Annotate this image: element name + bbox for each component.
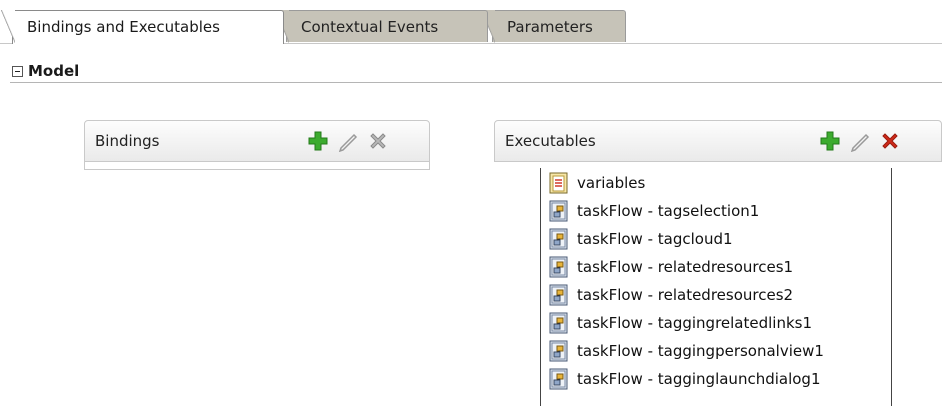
add-icon[interactable] <box>819 130 841 152</box>
list-item[interactable]: taskFlow - tagselection1 <box>549 198 759 224</box>
taskflow-icon <box>549 340 569 362</box>
list-item[interactable]: taskFlow - taggingrelatedlinks1 <box>549 310 812 336</box>
model-section-label: Model <box>28 62 80 80</box>
executables-panel-header: Executables <box>494 120 942 162</box>
edit-icon[interactable] <box>849 130 871 153</box>
model-section-header[interactable]: Model <box>12 62 79 80</box>
list-item-label: taskFlow - relatedresources1 <box>577 258 794 276</box>
tab-bindings-and-executables[interactable]: Bindings and Executables <box>1 10 284 44</box>
taskflow-icon <box>549 284 569 306</box>
list-item[interactable]: taskFlow - taggingpersonalview1 <box>549 338 824 364</box>
list-item-label: taskFlow - relatedresources2 <box>577 286 794 304</box>
tab-label: Bindings and Executables <box>27 18 220 36</box>
list-item-label: taskFlow - taggingpersonalview1 <box>577 342 824 360</box>
taskflow-icon <box>549 200 569 222</box>
taskflow-icon <box>549 256 569 278</box>
taskflow-icon <box>549 312 569 334</box>
list-item[interactable]: taskFlow - tagginglaunchdialog1 <box>549 366 821 392</box>
list-item-label: taskFlow - taggingrelatedlinks1 <box>577 314 813 332</box>
list-item[interactable]: variables <box>549 170 645 196</box>
tab-contextual-events[interactable]: Contextual Events <box>275 10 488 43</box>
section-divider <box>10 82 942 83</box>
editor-tab-bar: Parameters Contextual Events Bindings an… <box>0 0 942 44</box>
add-icon[interactable] <box>307 130 329 152</box>
edit-icon[interactable] <box>337 130 359 153</box>
delete-icon[interactable] <box>367 130 389 152</box>
list-item-label: taskFlow - tagcloud1 <box>577 230 733 248</box>
tab-label: Parameters <box>507 18 593 36</box>
bindings-list[interactable] <box>84 162 430 170</box>
list-item-label: variables <box>577 174 646 192</box>
executables-tree[interactable]: variables taskFlow - tagselection1 taskF <box>540 168 892 406</box>
bindings-panel-title: Bindings <box>95 132 160 150</box>
executables-panel-title: Executables <box>505 132 596 150</box>
list-item[interactable]: taskFlow - relatedresources2 <box>549 282 793 308</box>
tab-parameters[interactable]: Parameters <box>481 10 626 43</box>
list-item[interactable]: taskFlow - relatedresources1 <box>549 254 793 280</box>
tab-label: Contextual Events <box>301 18 439 36</box>
bindings-panel-header: Bindings <box>84 120 430 162</box>
taskflow-icon <box>549 368 569 390</box>
collapse-icon[interactable] <box>12 65 23 77</box>
list-item-label: taskFlow - tagselection1 <box>577 202 760 220</box>
list-item-label: taskFlow - tagginglaunchdialog1 <box>577 370 821 388</box>
variables-icon <box>549 172 569 194</box>
delete-icon[interactable] <box>879 130 901 152</box>
list-item[interactable]: taskFlow - tagcloud1 <box>549 226 733 252</box>
taskflow-icon <box>549 228 569 250</box>
